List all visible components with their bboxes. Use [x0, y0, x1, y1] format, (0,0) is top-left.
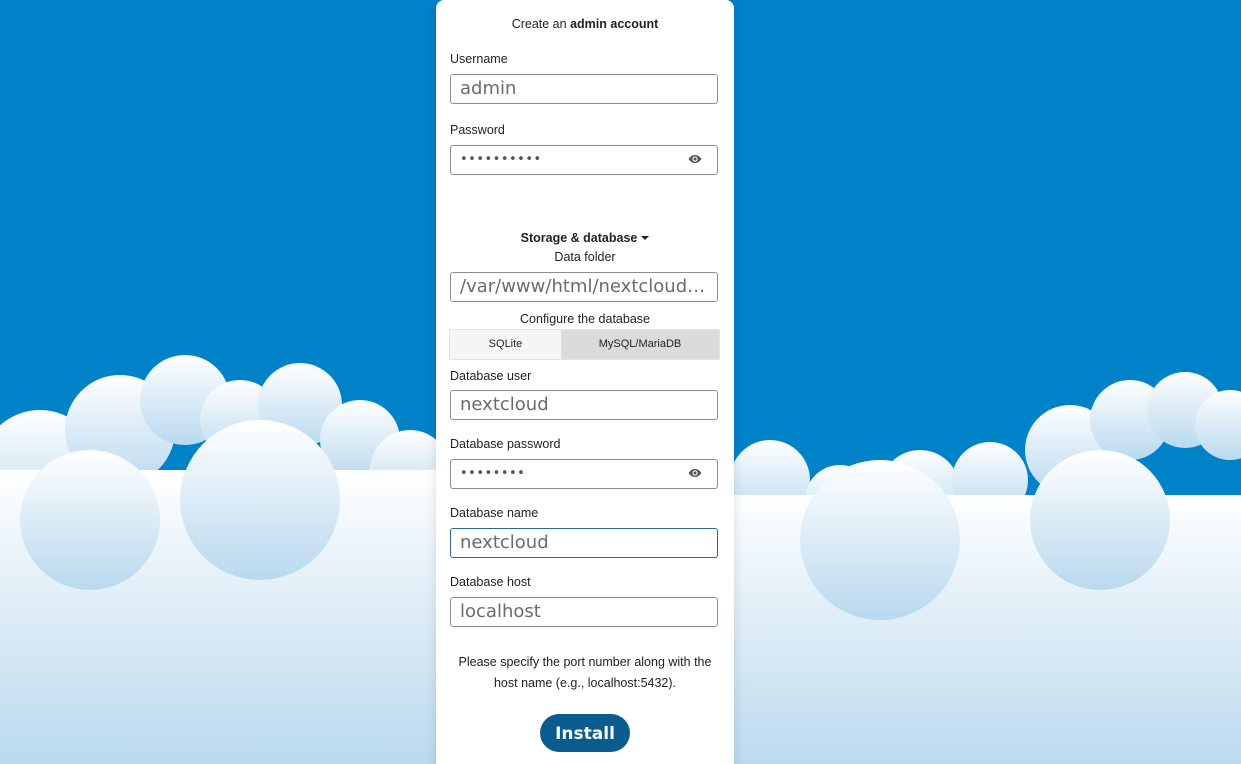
show-password-eye-icon[interactable]	[687, 153, 703, 165]
heading-prefix: Create an	[511, 17, 567, 31]
database-password-input[interactable]: ••••••••	[450, 459, 718, 489]
database-name-label: Database name	[450, 506, 539, 520]
database-type-selector: SQLite MySQL/MariaDB	[449, 329, 720, 360]
port-hint-text: Please specify the port number along wit…	[458, 655, 712, 690]
database-name-input[interactable]: nextcloud	[450, 528, 718, 558]
tab-sqlite[interactable]: SQLite	[450, 330, 561, 359]
password-label: Password	[450, 123, 505, 137]
card-heading: Create an admin account	[436, 17, 734, 31]
install-button[interactable]: Install	[540, 714, 630, 752]
show-database-password-eye-icon[interactable]	[687, 467, 703, 479]
heading-bold: admin account	[570, 17, 659, 31]
username-input[interactable]: admin	[450, 74, 718, 104]
password-value: ••••••••••	[460, 152, 542, 167]
setup-card: Create an admin account Username admin P…	[436, 0, 734, 764]
data-folder-input[interactable]: /var/www/html/nextcloud/d…	[450, 272, 718, 302]
background: Create an admin account Username admin P…	[0, 0, 1241, 764]
database-host-label: Database host	[450, 575, 531, 589]
configure-database-label: Configure the database	[520, 312, 650, 326]
database-user-input[interactable]: nextcloud	[450, 390, 718, 420]
caret-down-icon	[641, 236, 650, 240]
database-password-value: ••••••••	[460, 466, 526, 481]
username-label: Username	[450, 52, 508, 66]
storage-toggle-label: Storage & database	[520, 231, 638, 245]
database-user-label: Database user	[450, 369, 532, 383]
database-host-input[interactable]: localhost	[450, 597, 718, 627]
password-input[interactable]: ••••••••••	[450, 145, 718, 175]
data-folder-label: Data folder	[554, 250, 616, 264]
database-password-label: Database password	[450, 437, 561, 451]
storage-database-toggle[interactable]: Storage & database	[436, 231, 734, 245]
tab-mysql-mariadb[interactable]: MySQL/MariaDB	[561, 330, 719, 359]
